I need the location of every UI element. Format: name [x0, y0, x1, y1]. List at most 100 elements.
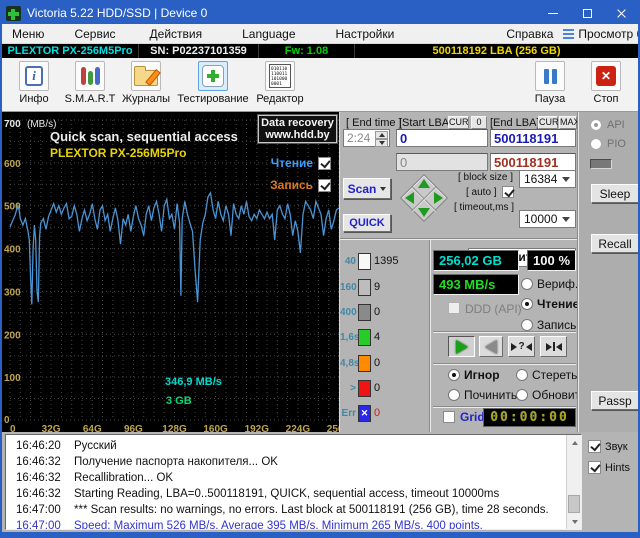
- buffer-view-button[interactable]: Просмотр буфера: [559, 25, 640, 43]
- back-button[interactable]: [479, 336, 503, 357]
- butterfly-test-button[interactable]: [540, 336, 567, 357]
- end-lba-max-button[interactable]: MAX: [559, 116, 577, 129]
- log-area: 16:46:20Русский 16:46:32Получение паспор…: [2, 432, 638, 532]
- block-stat-label: 4,8s: [340, 358, 356, 369]
- seek-left-button[interactable]: [405, 192, 414, 204]
- journals-button[interactable]: Журналы: [118, 61, 174, 110]
- sleep-button[interactable]: Sleep: [591, 184, 639, 203]
- seek-up-button[interactable]: [418, 179, 430, 188]
- ignore-radio[interactable]: [448, 369, 460, 381]
- end-lba-current-field: 500118191: [490, 153, 576, 171]
- editor-button[interactable]: 010110 110011 101000 0001 Редактор: [252, 61, 308, 110]
- ignore-label: Игнор: [464, 368, 500, 382]
- legend-read-checkbox[interactable]: [318, 157, 331, 170]
- journals-label: Журналы: [122, 93, 170, 105]
- end-time-up-button[interactable]: [375, 131, 388, 139]
- svg-text:64G: 64G: [83, 424, 102, 432]
- end-lba-label: [End LBA]: [490, 117, 540, 129]
- device-firmware: Fw: 1.08: [259, 44, 355, 58]
- maximize-button[interactable]: [570, 2, 604, 24]
- pio-label: PIO: [607, 138, 626, 150]
- pause-button[interactable]: Пауза: [522, 61, 578, 110]
- end-time-spinner[interactable]: 2:24: [343, 129, 390, 147]
- log-scrollbar[interactable]: [566, 435, 581, 529]
- svg-text:160G: 160G: [203, 424, 228, 432]
- scroll-thumb[interactable]: [568, 495, 580, 513]
- watermark-line1: Data recovery: [259, 117, 336, 129]
- menu-item-language[interactable]: Language: [236, 25, 301, 43]
- verify-radio[interactable]: [521, 278, 533, 290]
- menu-item-settings[interactable]: Настройки: [330, 25, 401, 43]
- block-size-combo[interactable]: 16384: [519, 170, 576, 188]
- repair-radio[interactable]: [448, 389, 460, 401]
- seek-test-button[interactable]: ?: [508, 336, 535, 357]
- quick-button[interactable]: QUICK: [343, 214, 391, 232]
- read-radio[interactable]: [521, 298, 533, 310]
- menu-item-service[interactable]: Сервис: [68, 25, 121, 43]
- pause-icon: [544, 69, 557, 84]
- refresh-radio[interactable]: [516, 389, 528, 401]
- block-stat-count: 0: [374, 407, 380, 419]
- block-color-swatch: [358, 329, 371, 346]
- menu-item-help[interactable]: Справка: [500, 25, 559, 43]
- seek-right-button[interactable]: [434, 192, 443, 204]
- sound-checkbox[interactable]: [588, 440, 601, 453]
- grid-label: Grid: [460, 410, 485, 424]
- ddd-api-checkbox[interactable]: [448, 302, 460, 314]
- log-line: 16:47:00*** Scan results: no warnings, n…: [6, 502, 581, 518]
- timeout-label: [ timeout,ms ]: [454, 202, 514, 213]
- end-time-down-button[interactable]: [375, 139, 388, 147]
- scroll-down-button[interactable]: [567, 514, 582, 529]
- scroll-up-button[interactable]: [567, 435, 582, 450]
- svg-text:192G: 192G: [245, 424, 270, 432]
- read-radio-row: Чтение: [521, 297, 579, 311]
- pio-radio[interactable]: [590, 138, 602, 150]
- block-stat-row: 1,6s 4: [340, 328, 380, 346]
- end-time-value: 2:24: [347, 131, 370, 145]
- recall-button[interactable]: Recall: [591, 234, 639, 253]
- menu-item-actions[interactable]: Действия: [144, 25, 209, 43]
- end-lba-cur-button[interactable]: CUR: [538, 116, 558, 129]
- api-radio[interactable]: [590, 119, 602, 131]
- start-test-button[interactable]: [448, 336, 475, 357]
- device-capacity: 500118192 LBA (256 GB): [355, 44, 638, 58]
- block-color-swatch: [358, 355, 371, 372]
- timeout-combo[interactable]: 10000: [519, 210, 576, 228]
- verify-label: Вериф.: [537, 277, 578, 291]
- svg-text:400: 400: [4, 245, 21, 256]
- seek-down-button[interactable]: [418, 208, 430, 217]
- grid-checkbox[interactable]: [443, 411, 455, 423]
- write-radio[interactable]: [521, 319, 533, 331]
- minimize-button[interactable]: [536, 2, 570, 24]
- info-button[interactable]: i Инфо: [6, 61, 62, 110]
- erase-radio-row: Стереть: [516, 368, 577, 382]
- svg-text:32G: 32G: [42, 424, 61, 432]
- hints-checkbox[interactable]: [588, 461, 601, 474]
- svg-text:224G: 224G: [286, 424, 311, 432]
- passp-button[interactable]: Passp: [591, 391, 639, 410]
- testing-button[interactable]: Тестирование: [174, 61, 252, 110]
- scan-button[interactable]: Scan: [343, 178, 391, 199]
- repair-radio-row: Починить: [448, 388, 517, 402]
- end-lba-input[interactable]: 500118191: [490, 129, 576, 147]
- block-stat-count: 9: [374, 281, 380, 293]
- start-lba-input[interactable]: 0: [396, 129, 488, 147]
- menu-item-menu[interactable]: Меню: [6, 25, 50, 43]
- watermark-line2: www.hdd.by: [259, 129, 336, 141]
- log-line: 16:46:32Получение паспорта накопителя...…: [6, 454, 581, 470]
- close-button[interactable]: [604, 2, 638, 24]
- auto-checkbox[interactable]: [502, 186, 514, 198]
- block-color-swatch: [358, 380, 371, 397]
- block-stat-count: 1395: [374, 255, 398, 267]
- start-lba-cur-button[interactable]: CUR: [448, 116, 469, 129]
- legend-write-checkbox[interactable]: [318, 179, 331, 192]
- start-lba-zero-button[interactable]: 0: [471, 116, 487, 129]
- info-label: Инфо: [19, 93, 48, 105]
- svg-text:600: 600: [4, 159, 21, 170]
- start-lba-label: [Start LBA]: [399, 117, 452, 129]
- stop-button[interactable]: ✕ Стоп: [578, 61, 634, 110]
- separator: [433, 331, 576, 333]
- erase-radio[interactable]: [516, 369, 528, 381]
- smart-button[interactable]: S.M.A.R.T: [62, 61, 118, 110]
- svg-text:100: 100: [4, 373, 21, 384]
